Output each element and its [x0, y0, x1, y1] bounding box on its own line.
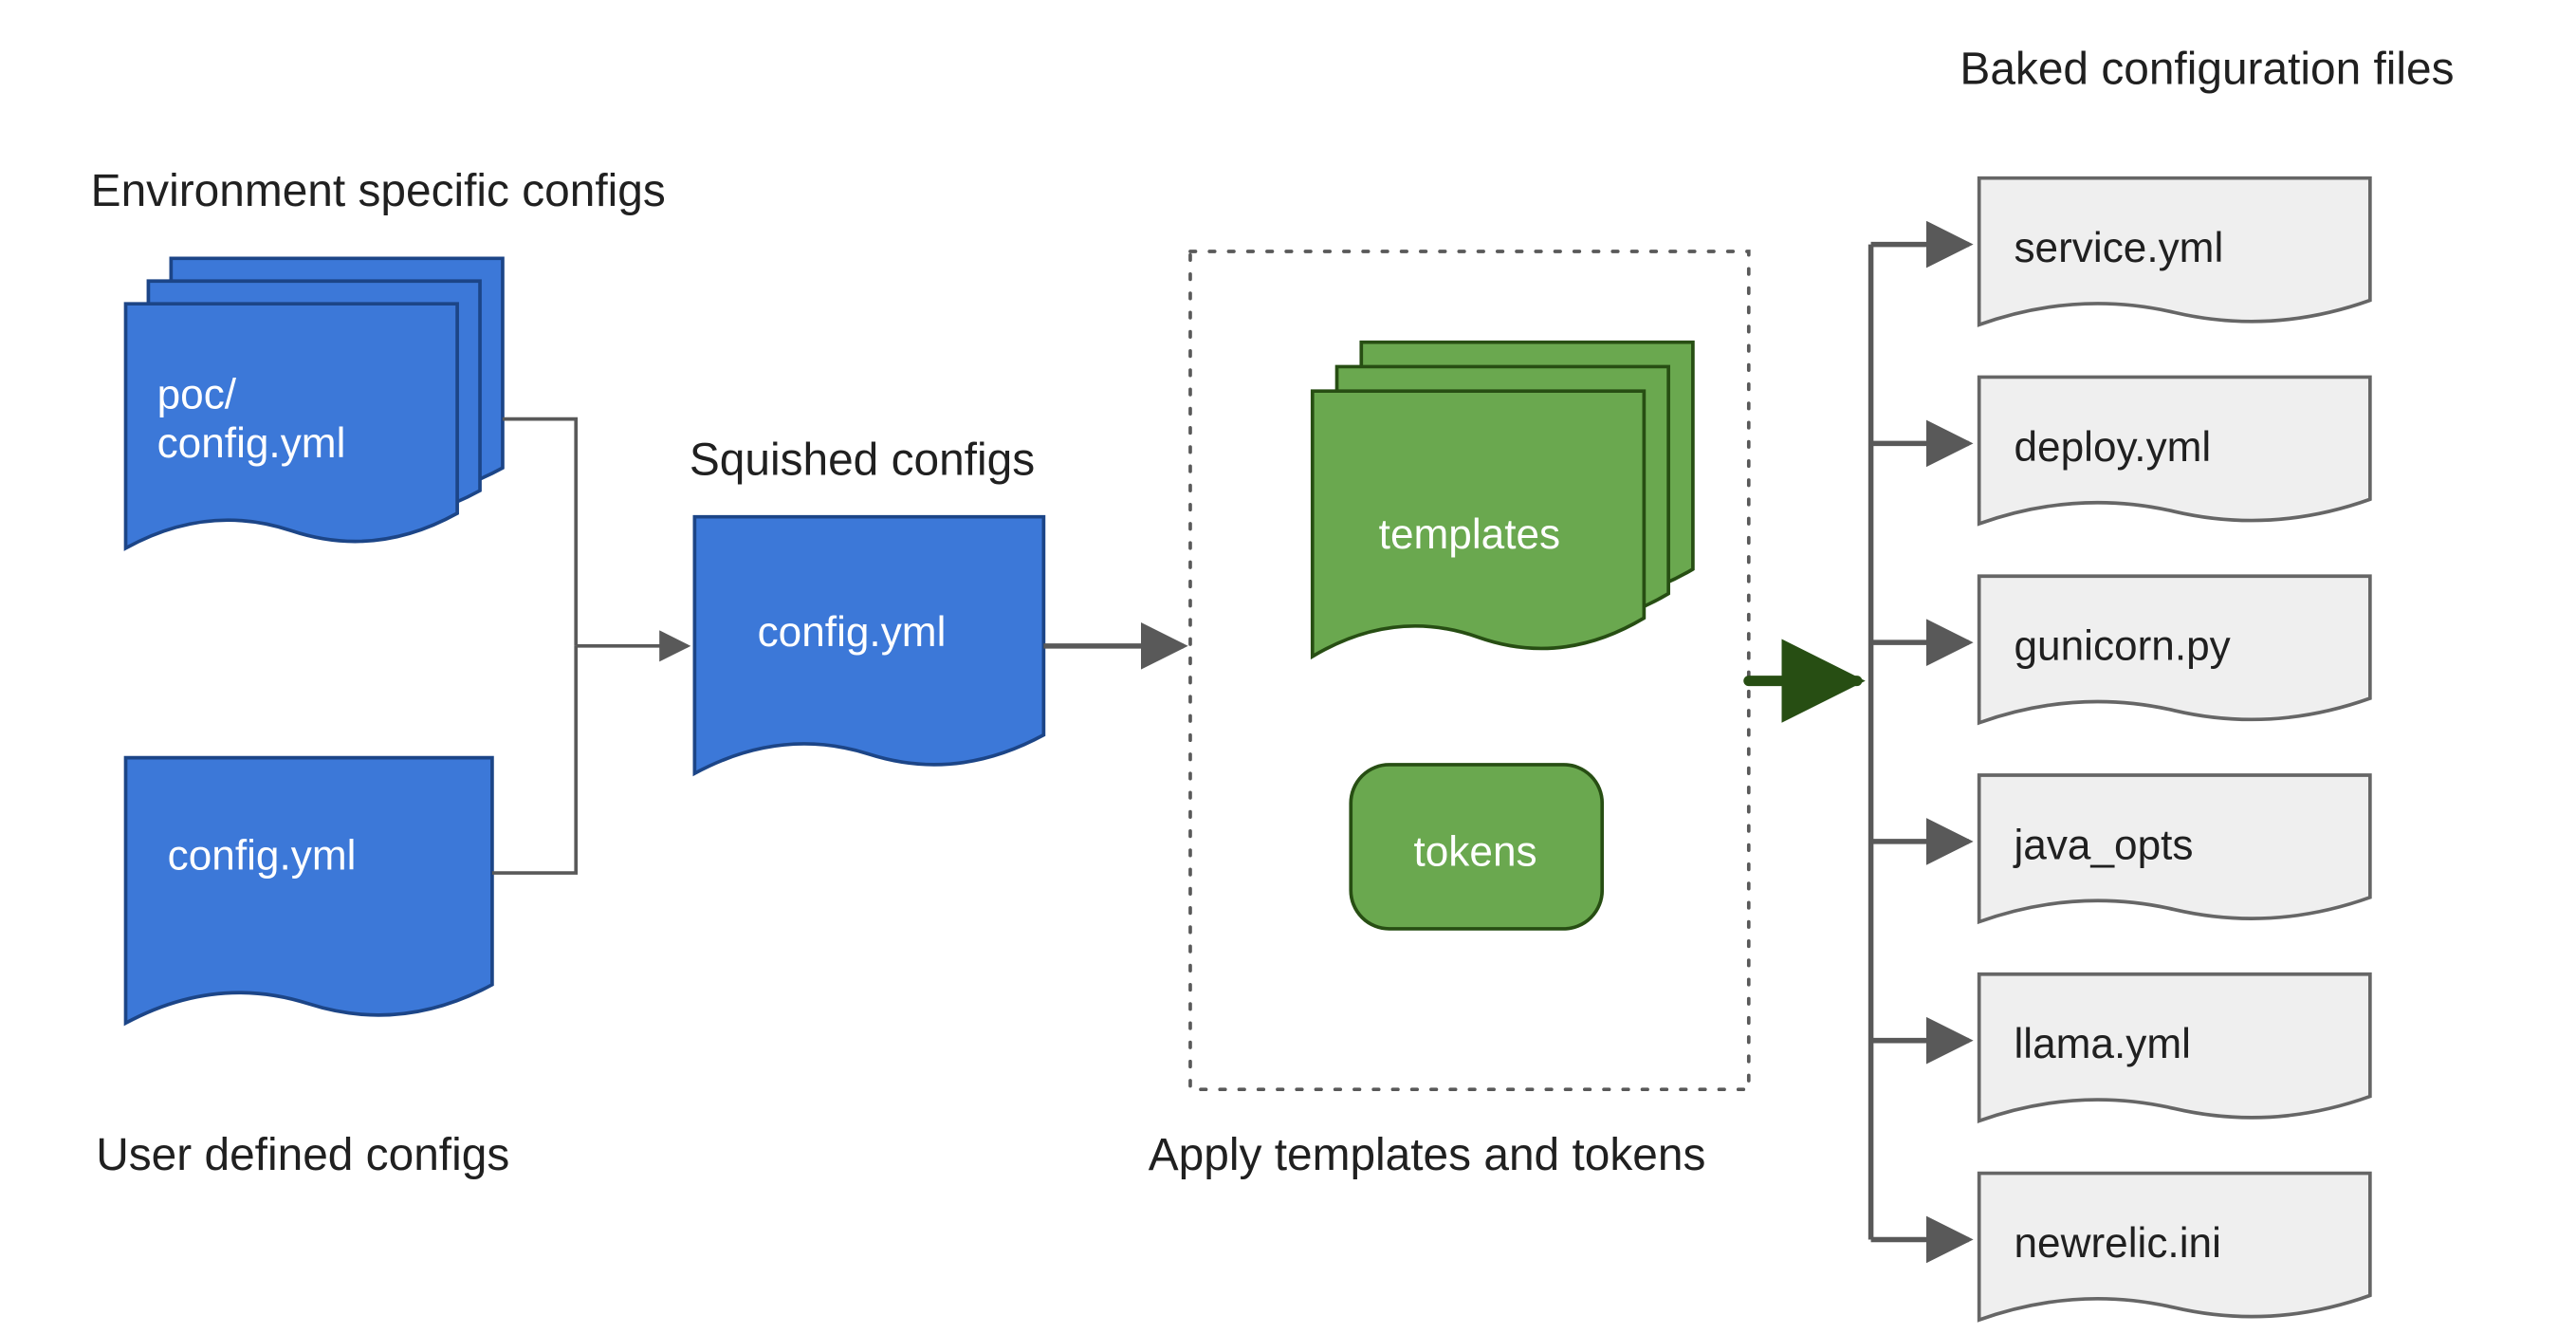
merge-connector — [492, 419, 688, 873]
env-doc-text1: poc/ — [157, 372, 237, 418]
svg-text:gunicorn.py: gunicorn.py — [2014, 623, 2230, 670]
output-doc-4: llama.yml — [1979, 974, 2370, 1121]
output-doc-0: service.yml — [1979, 178, 2370, 325]
svg-text:llama.yml: llama.yml — [2014, 1021, 2190, 1067]
output-docs: service.yml deploy.yml gunicorn.py java_… — [1979, 178, 2370, 1320]
svg-text:java_opts: java_opts — [2012, 822, 2193, 868]
user-config-doc: config.yml — [126, 758, 492, 1024]
tokens-box: tokens — [1351, 765, 1602, 929]
env-doc-text2: config.yml — [157, 420, 346, 467]
label-squished: Squished configs — [690, 435, 1035, 486]
svg-text:deploy.yml: deploy.yml — [2014, 424, 2211, 471]
label-apply: Apply templates and tokens — [1149, 1130, 1706, 1180]
label-baked: Baked configuration files — [1960, 44, 2454, 94]
diagram-canvas: Environment specific configs User define… — [0, 0, 2576, 1334]
output-doc-5: newrelic.ini — [1979, 1174, 2370, 1321]
svg-text:service.yml: service.yml — [2014, 225, 2223, 271]
output-doc-3: java_opts — [1979, 775, 2370, 922]
squished-config-doc: config.yml — [694, 517, 1043, 773]
svg-text:newrelic.ini: newrelic.ini — [2014, 1220, 2220, 1267]
output-fanout — [1749, 245, 1969, 1240]
tokens-text: tokens — [1413, 829, 1536, 876]
user-doc-text: config.yml — [168, 832, 357, 879]
templates-stack: templates — [1313, 343, 1693, 657]
output-doc-2: gunicorn.py — [1979, 576, 2370, 723]
document-icon — [126, 758, 492, 1024]
output-doc-1: deploy.yml — [1979, 377, 2370, 524]
templates-text: templates — [1379, 511, 1560, 558]
label-user-configs: User defined configs — [96, 1130, 509, 1180]
squished-doc-text: config.yml — [758, 609, 947, 656]
label-env-configs: Environment specific configs — [91, 166, 666, 216]
env-config-stack: poc/ config.yml — [126, 258, 503, 547]
